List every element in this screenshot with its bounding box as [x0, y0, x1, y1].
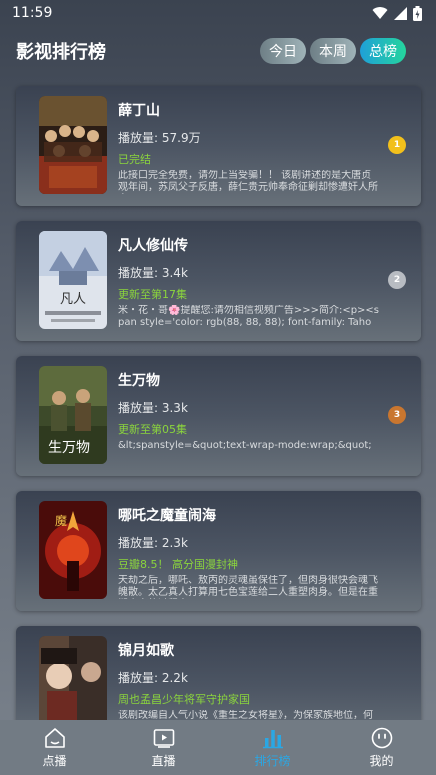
- card-info: 凡人修仙传 播放量: 3.4k 更新至第17集 米・花・哥🌸提醒您:请勿相信视频…: [118, 235, 380, 329]
- svg-text:魔: 魔: [55, 513, 67, 528]
- poster-image[interactable]: 生万物: [39, 366, 107, 464]
- rank-badge-icon: 3: [388, 406, 406, 424]
- ranking-tabs: 今日 本周 总榜: [260, 38, 406, 64]
- svg-text:凡人: 凡人: [60, 292, 86, 307]
- tab-this-week[interactable]: 本周: [310, 38, 356, 64]
- live-tv-icon: [153, 729, 174, 748]
- battery-icon: [413, 5, 422, 21]
- item-title: 锦月如歌: [118, 643, 174, 659]
- item-description: 天劫之后，哪吒、敖丙的灵魂虽保住了，但肉身很快会魂飞魄散。太乙真人打算用七色宝莲…: [118, 575, 378, 598]
- bottom-nav: 点播 直播 排行榜 我的: [0, 720, 436, 775]
- play-count: 播放量: 3.4k: [118, 266, 188, 280]
- ranking-list: 薛丁山 播放量: 57.9万 已完结 此接口完全免费，请勿上当受骗！！ 该剧讲述…: [16, 86, 421, 761]
- ranking-card[interactable]: 魔 哪吒之魔童闹海 播放量: 2.3k 豆瓣8.5！ 高分国漫封神 天劫之后，哪…: [16, 491, 421, 611]
- update-status: 已完结: [118, 153, 151, 166]
- item-description: 此接口完全免费，请勿上当受骗！！ 该剧讲述的是大唐贞观年间，苏凤父子反唐，薛仁贵…: [118, 170, 378, 193]
- update-status: 周也孟昌少年将军守护家国: [118, 693, 250, 706]
- header: 影视排行榜 今日 本周 总榜: [0, 32, 436, 70]
- signal-icon: [394, 6, 407, 20]
- item-title: 薛丁山: [118, 103, 160, 119]
- rank-badge-icon: 2: [388, 271, 406, 289]
- play-count: 播放量: 2.3k: [118, 536, 188, 550]
- poster-image[interactable]: [39, 96, 107, 194]
- update-status: 更新至第05集: [118, 423, 187, 436]
- nav-item-live[interactable]: 直播: [109, 720, 218, 775]
- nav-item-mine[interactable]: 我的: [327, 720, 436, 775]
- update-status: 豆瓣8.5！ 高分国漫封神: [118, 558, 238, 571]
- ranking-card[interactable]: 生万物 生万物 播放量: 3.3k 更新至第05集 &lt;spanstyle=…: [16, 356, 421, 476]
- item-title: 哪吒之魔童闹海: [118, 508, 216, 524]
- item-title: 凡人修仙传: [118, 238, 188, 254]
- page-title: 影视排行榜: [16, 42, 106, 63]
- item-description: &lt;spanstyle=&quot;text-wrap-mode:wrap;…: [118, 440, 372, 451]
- play-count: 播放量: 2.2k: [118, 671, 188, 685]
- home-icon: [44, 728, 65, 748]
- nav-label: 排行榜: [254, 754, 291, 768]
- rank-badge-icon: 1: [388, 136, 406, 154]
- tab-today[interactable]: 今日: [260, 38, 306, 64]
- item-description: 米・花・哥🌸提醒您:请勿相信视频广告>>>简介:<p><span style='…: [118, 305, 380, 328]
- nav-item-ranking[interactable]: 排行榜: [218, 720, 327, 775]
- nav-item-vod[interactable]: 点播: [0, 720, 109, 775]
- card-info: 薛丁山 播放量: 57.9万 已完结 此接口完全免费，请勿上当受骗！！ 该剧讲述…: [118, 100, 380, 194]
- item-title: 生万物: [118, 373, 160, 389]
- ranking-card[interactable]: 凡人 凡人修仙传 播放量: 3.4k 更新至第17集 米・花・哥🌸提醒您:请勿相…: [16, 221, 421, 341]
- play-count: 播放量: 57.9万: [118, 131, 201, 145]
- nav-label: 直播: [151, 754, 176, 768]
- play-count: 播放量: 3.3k: [118, 401, 188, 415]
- nav-label: 点播: [42, 754, 67, 768]
- update-status: 更新至第17集: [118, 288, 187, 301]
- status-bar: 11:59: [0, 0, 436, 26]
- bar-chart-icon: [262, 730, 283, 749]
- nav-label: 我的: [369, 754, 394, 768]
- wifi-icon: [372, 7, 388, 20]
- poster-image[interactable]: 魔: [39, 501, 107, 599]
- ranking-card[interactable]: 薛丁山 播放量: 57.9万 已完结 此接口完全免费，请勿上当受骗！！ 该剧讲述…: [16, 86, 421, 206]
- poster-image[interactable]: 凡人: [39, 231, 107, 329]
- tab-overall[interactable]: 总榜: [360, 38, 406, 64]
- card-info: 生万物 播放量: 3.3k 更新至第05集 &lt;spanstyle=&quo…: [118, 370, 380, 464]
- svg-text:生万物: 生万物: [48, 440, 90, 456]
- card-info: 哪吒之魔童闹海 播放量: 2.3k 豆瓣8.5！ 高分国漫封神 天劫之后，哪吒、…: [118, 505, 380, 599]
- status-time: 11:59: [12, 5, 53, 21]
- smiley-icon: [371, 727, 392, 749]
- status-icons: [372, 5, 422, 21]
